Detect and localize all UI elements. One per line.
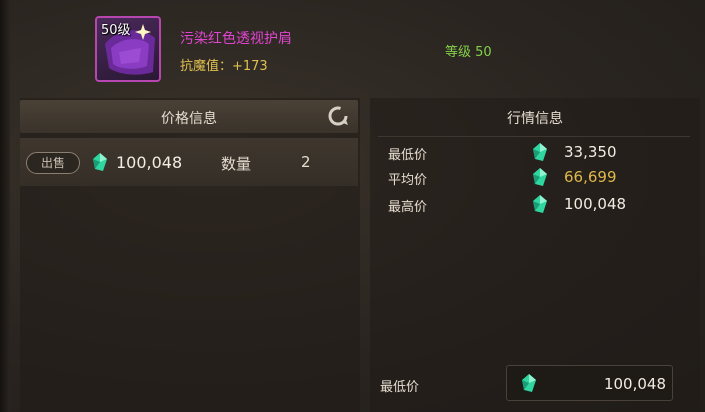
price-panel-header: 价格信息 [20, 100, 358, 133]
sell-price: 100,048 [116, 153, 183, 172]
item-level-badge: 50级 [101, 23, 131, 38]
refresh-icon [328, 106, 348, 126]
item-name: 污染红色透视护肩 [180, 31, 292, 47]
quantity-value: 2 [301, 153, 311, 171]
bottom-price-value: 100,048 [603, 375, 666, 393]
market-divider [378, 136, 690, 137]
item-icon-slot[interactable]: 50级 [95, 16, 161, 82]
quantity-label: 数量 [221, 155, 252, 173]
avg-price-value: 66,699 [564, 168, 617, 186]
window-edge [0, 0, 10, 412]
bottom-price-field: 100,048 [506, 365, 673, 401]
green-gem-icon [533, 195, 547, 213]
refresh-button[interactable] [326, 104, 350, 128]
min-price-value: 33,350 [564, 143, 617, 161]
price-panel-title: 价格信息 [161, 111, 217, 127]
max-price-value: 100,048 [564, 195, 627, 213]
green-gem-icon [522, 374, 536, 392]
green-gem-icon [93, 153, 107, 171]
max-price-label: 最高价 [388, 200, 428, 215]
bottom-min-price-label: 最低价 [380, 380, 420, 395]
green-gem-icon [533, 143, 547, 161]
green-gem-icon [533, 168, 547, 186]
market-panel-title: 行情信息 [507, 111, 563, 127]
item-level: 等级 50 [445, 45, 492, 60]
min-price-label: 最低价 [388, 148, 428, 163]
sell-button[interactable]: 出售 [26, 152, 80, 174]
avg-price-label: 平均价 [388, 173, 428, 188]
item-attribute: 抗魔值：+173 [180, 59, 268, 74]
